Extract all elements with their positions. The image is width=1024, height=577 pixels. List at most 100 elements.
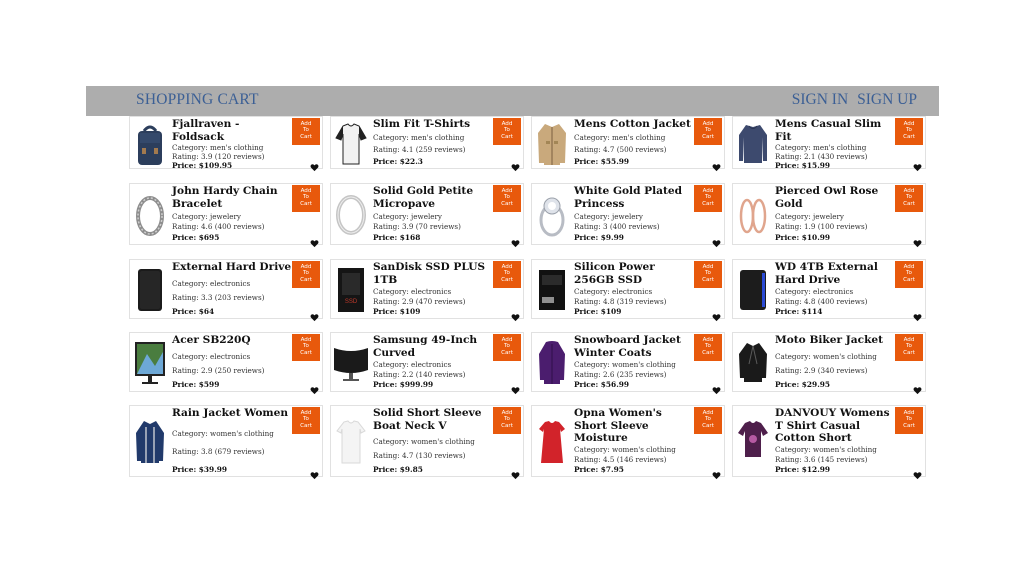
monitor-icon[interactable] (132, 335, 168, 391)
heart-icon[interactable] (310, 233, 319, 248)
heart-icon[interactable] (913, 380, 922, 395)
diamond-ring-icon[interactable] (534, 186, 570, 244)
product-title[interactable]: Slim Fit T-Shirts (373, 118, 493, 131)
heart-icon[interactable] (913, 233, 922, 248)
product-card[interactable]: Acer SB220Q Category: electronics Rating: … (129, 332, 323, 395)
bracelet-icon[interactable] (132, 186, 168, 244)
add-to-cart-button[interactable]: Add To Cart (895, 407, 923, 434)
product-card[interactable]: Mens Cotton Jacket Category: men's clothi… (531, 116, 725, 172)
earrings-icon[interactable] (735, 186, 771, 244)
heart-icon[interactable] (913, 465, 922, 480)
add-to-cart-button[interactable]: Add To Cart (694, 185, 722, 212)
heart-icon[interactable] (712, 307, 721, 322)
product-card[interactable]: White Gold Plated Princess Category: jewe… (531, 183, 725, 248)
curved-monitor-icon[interactable] (333, 335, 369, 391)
add-to-cart-button[interactable]: Add To Cart (493, 334, 521, 361)
purple-tshirt-icon[interactable] (735, 408, 771, 476)
add-to-cart-button[interactable]: Add To Cart (292, 185, 320, 212)
add-to-cart-button[interactable]: Add To Cart (694, 407, 722, 434)
product-title[interactable]: External Hard Drive (172, 261, 292, 274)
heart-icon[interactable] (511, 157, 520, 172)
red-dress-icon[interactable] (534, 408, 570, 476)
add-to-cart-button[interactable]: Add To Cart (895, 118, 923, 145)
product-title[interactable]: White Gold Plated Princess (574, 185, 694, 210)
product-card[interactable]: Opna Women's Short Sleeve Moisture Catego… (531, 405, 725, 480)
heart-icon[interactable] (913, 157, 922, 172)
product-card[interactable]: Pierced Owl Rose Gold Category: jewelery R… (732, 183, 926, 248)
longsleeve-icon[interactable] (735, 119, 771, 168)
heart-icon[interactable] (310, 380, 319, 395)
product-title[interactable]: Moto Biker Jacket (775, 334, 895, 347)
heart-icon[interactable] (511, 307, 520, 322)
product-card[interactable]: DANVOUY Womens T Shirt Casual Cotton Sho… (732, 405, 926, 480)
heart-icon[interactable] (310, 307, 319, 322)
add-to-cart-button[interactable]: Add To Cart (694, 118, 722, 145)
tshirt-icon[interactable] (333, 119, 369, 168)
add-to-cart-button[interactable]: Add To Cart (493, 261, 521, 288)
hard-drive-icon[interactable] (132, 262, 168, 318)
add-to-cart-button[interactable]: Add To Cart (292, 118, 320, 145)
product-title[interactable]: Rain Jacket Women (172, 407, 292, 420)
product-title[interactable]: Solid Gold Petite Micropave (373, 185, 493, 210)
product-card[interactable]: WD 4TB External Hard Drive Category: elec… (732, 259, 926, 322)
product-card[interactable]: Mens Casual Slim Fit Category: men's clot… (732, 116, 926, 172)
product-card[interactable]: Silicon Power 256GB SSD Category: electro… (531, 259, 725, 322)
rain-jacket-icon[interactable] (132, 408, 168, 476)
product-card[interactable]: Samsung 49-Inch Curved Category: electron… (330, 332, 524, 395)
heart-icon[interactable] (511, 465, 520, 480)
ring-icon[interactable] (333, 186, 369, 244)
product-card[interactable]: Snowboard Jacket Winter Coats Category: w… (531, 332, 725, 395)
product-card[interactable]: SSD SanDisk SSD PLUS 1TB Category: electro… (330, 259, 524, 322)
heart-icon[interactable] (511, 380, 520, 395)
product-title[interactable]: Mens Casual Slim Fit (775, 118, 895, 143)
heart-icon[interactable] (310, 465, 319, 480)
product-card[interactable]: Rain Jacket Women Category: women's cloth… (129, 405, 323, 480)
product-card[interactable]: Moto Biker Jacket Category: women's cloth… (732, 332, 926, 395)
product-card[interactable]: External Hard Drive Category: electronics… (129, 259, 323, 322)
backpack-icon[interactable] (132, 119, 168, 168)
heart-icon[interactable] (310, 157, 319, 172)
product-title[interactable]: Fjallraven - Foldsack (172, 118, 292, 143)
heart-icon[interactable] (712, 465, 721, 480)
product-title[interactable]: Opna Women's Short Sleeve Moisture (574, 407, 694, 445)
add-to-cart-button[interactable]: Add To Cart (493, 118, 521, 145)
ssd-icon[interactable]: SSD (333, 262, 369, 318)
product-title[interactable]: Mens Cotton Jacket (574, 118, 694, 131)
product-title[interactable]: Pierced Owl Rose Gold (775, 185, 895, 210)
product-card[interactable]: Solid Gold Petite Micropave Category: jew… (330, 183, 524, 248)
white-top-icon[interactable] (333, 408, 369, 476)
heart-icon[interactable] (913, 307, 922, 322)
external-drive-icon[interactable] (735, 262, 771, 318)
add-to-cart-button[interactable]: Add To Cart (292, 407, 320, 434)
jacket-icon[interactable] (534, 119, 570, 168)
heart-icon[interactable] (712, 380, 721, 395)
add-to-cart-button[interactable]: Add To Cart (493, 185, 521, 212)
add-to-cart-button[interactable]: Add To Cart (895, 185, 923, 212)
add-to-cart-button[interactable]: Add To Cart (694, 261, 722, 288)
add-to-cart-button[interactable]: Add To Cart (694, 334, 722, 361)
product-card[interactable]: Solid Short Sleeve Boat Neck V Category: … (330, 405, 524, 480)
product-title[interactable]: John Hardy Chain Bracelet (172, 185, 292, 210)
ssd-box-icon[interactable] (534, 262, 570, 318)
product-title[interactable]: WD 4TB External Hard Drive (775, 261, 895, 286)
product-title[interactable]: Solid Short Sleeve Boat Neck V (373, 407, 493, 432)
product-title[interactable]: Samsung 49-Inch Curved (373, 334, 493, 359)
product-card[interactable]: Fjallraven - Foldsack Category: men's clo… (129, 116, 323, 172)
heart-icon[interactable] (712, 233, 721, 248)
add-to-cart-button[interactable]: Add To Cart (895, 261, 923, 288)
product-title[interactable]: Snowboard Jacket Winter Coats (574, 334, 694, 359)
add-to-cart-button[interactable]: Add To Cart (493, 407, 521, 434)
product-title[interactable]: Acer SB220Q (172, 334, 292, 347)
product-title[interactable]: DANVOUY Womens T Shirt Casual Cotton Sho… (775, 407, 895, 445)
product-card[interactable]: John Hardy Chain Bracelet Category: jewel… (129, 183, 323, 248)
product-card[interactable]: Slim Fit T-Shirts Category: men's clothin… (330, 116, 524, 172)
product-title[interactable]: SanDisk SSD PLUS 1TB (373, 261, 493, 286)
add-to-cart-button[interactable]: Add To Cart (895, 334, 923, 361)
heart-icon[interactable] (712, 157, 721, 172)
winter-coat-icon[interactable] (534, 335, 570, 391)
product-title[interactable]: Silicon Power 256GB SSD (574, 261, 694, 286)
add-to-cart-button[interactable]: Add To Cart (292, 261, 320, 288)
biker-jacket-icon[interactable] (735, 335, 771, 391)
add-to-cart-button[interactable]: Add To Cart (292, 334, 320, 361)
heart-icon[interactable] (511, 233, 520, 248)
